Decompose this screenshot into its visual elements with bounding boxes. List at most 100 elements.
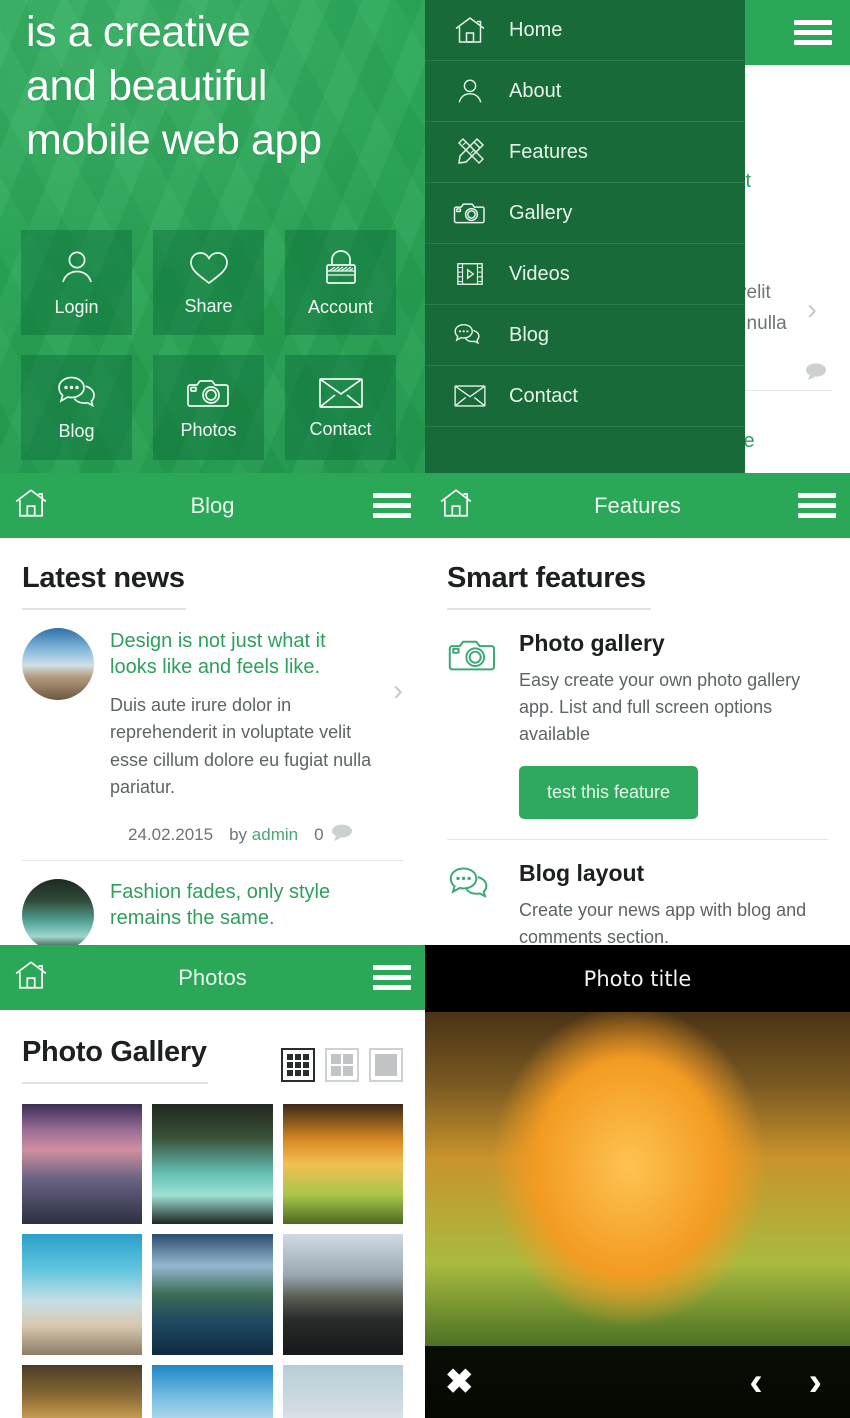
grid-3x3-icon[interactable] <box>281 1048 315 1082</box>
blog-panel: Blog Latest news Design is not just what… <box>0 473 425 945</box>
hero-tile-label: Blog <box>58 421 95 441</box>
viewer-topbar: Photo title <box>425 945 850 1012</box>
smart-features-title: Smart features <box>447 562 646 594</box>
hero-tile-blog[interactable]: Blog <box>21 355 132 460</box>
menu-item-gallery[interactable]: Gallery <box>425 183 745 244</box>
photo-thumbnail[interactable] <box>282 1364 403 1418</box>
menu-item-contact[interactable]: Contact <box>425 366 745 427</box>
menu-item-label: About <box>509 79 562 102</box>
list-item[interactable]: Design is not just what it looks like an… <box>22 610 403 801</box>
features-navbar: Features <box>425 473 850 538</box>
feature-title: Blog layout <box>519 860 645 886</box>
hamburger-icon[interactable] <box>794 20 832 45</box>
background-excerpt-fragment: t nulla <box>745 313 787 334</box>
background-blog-panel: it . velit t nulla › le <box>745 0 850 473</box>
chat-bubbles-icon <box>54 373 100 413</box>
close-icon[interactable]: ✖ <box>445 1365 474 1399</box>
hero-headline-line-1: is a creative <box>26 8 251 56</box>
envelope-icon <box>317 375 365 411</box>
section-underline <box>22 1082 208 1084</box>
menu-item-label: Home <box>509 18 563 41</box>
photo-grid <box>22 1104 403 1418</box>
view-toggle-group <box>281 1048 403 1084</box>
hero-tile-account[interactable]: Account <box>285 230 396 335</box>
menu-item-home[interactable]: Home <box>425 0 745 61</box>
screenshot-canvas: is a creative and beautiful mobile web a… <box>0 0 850 1418</box>
film-play-icon <box>453 257 487 291</box>
menu-item-label: Contact <box>509 384 578 407</box>
menu-item-label: Features <box>509 140 588 163</box>
hero-tile-login[interactable]: Login <box>21 230 132 335</box>
menu-item-label: Gallery <box>509 201 573 224</box>
news-comment-count: 0 <box>314 823 354 846</box>
home-icon <box>453 13 487 47</box>
hero-tile-label: Share <box>184 296 233 316</box>
avatar <box>22 879 94 945</box>
hero-tile-contact[interactable]: Contact <box>285 355 396 460</box>
hero-tile-photos[interactable]: Photos <box>153 355 264 460</box>
feature-title: Photo gallery <box>519 630 665 656</box>
menu-item-features[interactable]: Features <box>425 122 745 183</box>
chat-bubbles-icon <box>453 318 487 352</box>
menu-item-label: Blog <box>509 323 550 346</box>
grid-2x2-icon[interactable] <box>325 1048 359 1082</box>
chat-bubbles-icon <box>447 860 499 945</box>
user-icon <box>453 74 487 108</box>
chevron-right-icon[interactable]: › <box>393 674 403 708</box>
menu-item-videos[interactable]: Videos <box>425 244 745 305</box>
blog-navbar: Blog <box>0 473 425 538</box>
photo-thumbnail[interactable] <box>152 1104 273 1225</box>
news-author[interactable]: admin <box>252 825 298 844</box>
photo-thumbnail[interactable] <box>282 1234 403 1355</box>
photo-gallery-title: Photo Gallery <box>22 1036 207 1068</box>
background-excerpt-fragment: velit <box>745 282 771 303</box>
hero-headline-line-2: and beautiful <box>26 61 268 110</box>
photo-thumbnail[interactable] <box>152 1364 273 1418</box>
hero-tile-share[interactable]: Share <box>153 230 264 335</box>
background-title-fragment: it <box>745 170 751 192</box>
news-byline: by admin <box>229 825 298 845</box>
chevron-right-icon: › <box>807 293 817 326</box>
hero-tile-label: Account <box>307 297 374 317</box>
photo-thumbnail[interactable] <box>22 1104 143 1225</box>
photo-thumbnail[interactable] <box>282 1104 403 1225</box>
menu-item-about[interactable]: About <box>425 61 745 122</box>
hamburger-icon[interactable] <box>798 493 836 518</box>
news-title[interactable]: Fashion fades, only style remains the sa… <box>110 879 377 931</box>
home-icon[interactable] <box>14 487 48 524</box>
chevron-left-icon[interactable]: ‹ <box>749 1362 762 1402</box>
photo-thumbnail[interactable] <box>22 1234 143 1355</box>
comment-icon <box>331 823 355 846</box>
camera-icon <box>186 374 232 412</box>
hamburger-icon[interactable] <box>373 965 411 990</box>
hero-tile-label: Photos <box>180 420 237 440</box>
menu-item-label: Videos <box>509 262 570 285</box>
pencil-ruler-icon <box>453 135 487 169</box>
camera-icon <box>453 196 487 230</box>
hero-tile-grid: Login Share Account Blog Photos Contact <box>21 230 405 460</box>
photo-thumbnail[interactable] <box>152 1234 273 1355</box>
photos-navbar-title: Photos <box>178 964 247 990</box>
test-this-feature-button[interactable]: test this feature <box>519 766 699 819</box>
features-navbar-title: Features <box>594 492 681 518</box>
hamburger-icon[interactable] <box>373 493 411 518</box>
camera-icon <box>447 630 499 819</box>
menu-item-blog[interactable]: Blog <box>425 305 745 366</box>
side-menu-drawer: Home About Features Gallery Videos Blog … <box>425 0 745 473</box>
lock-icon <box>321 247 361 289</box>
feature-item-blog-layout: Blog layout Create your news app with bl… <box>447 840 828 945</box>
chevron-right-icon[interactable]: › <box>809 1362 822 1402</box>
blog-navbar-title: Blog <box>190 492 235 518</box>
news-title[interactable]: Design is not just what it looks like an… <box>110 628 377 680</box>
photos-panel: Photos Photo Gallery <box>0 945 425 1418</box>
hero-headline-line-3: mobile web app <box>26 115 322 164</box>
list-item[interactable]: Fashion fades, only style remains the sa… <box>22 861 403 945</box>
photo-thumbnail[interactable] <box>22 1364 143 1418</box>
hero-headline: is a creative and beautiful mobile web a… <box>26 6 405 167</box>
home-icon[interactable] <box>14 959 48 996</box>
heart-icon <box>187 248 231 288</box>
single-tile-icon[interactable] <box>369 1048 403 1082</box>
user-icon <box>56 247 98 289</box>
photos-navbar: Photos <box>0 945 425 1010</box>
home-icon[interactable] <box>439 487 473 524</box>
